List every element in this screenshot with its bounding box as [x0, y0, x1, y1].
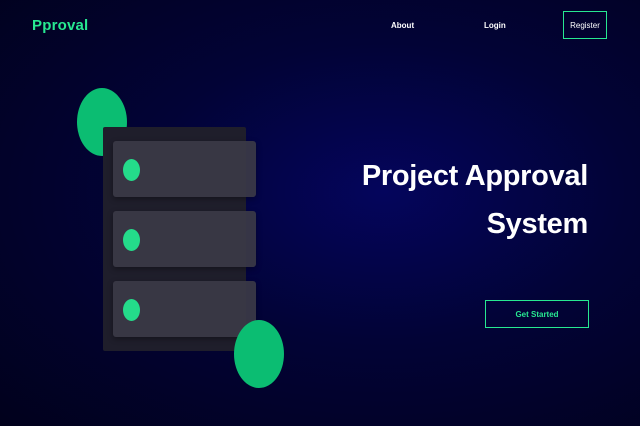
status-light-icon [123, 159, 140, 181]
nav-login-link[interactable]: Login [484, 21, 506, 30]
status-light-icon [123, 299, 140, 321]
register-button[interactable]: Register [563, 11, 607, 39]
server-rack-back-panel [103, 127, 246, 351]
server-unit [113, 211, 256, 267]
server-unit [113, 281, 256, 337]
get-started-button[interactable]: Get Started [485, 300, 589, 328]
hero-title: Project Approval System [328, 152, 588, 248]
decorative-circle-top [77, 88, 127, 156]
status-light-icon [123, 229, 140, 251]
nav-about-link[interactable]: About [391, 21, 414, 30]
brand-logo[interactable]: Pproval [32, 17, 88, 34]
server-unit [113, 141, 256, 197]
hero-title-line2: System [486, 208, 589, 240]
decorative-circle-bottom [234, 320, 284, 388]
hero-title-line1: Project Approval [361, 160, 588, 192]
